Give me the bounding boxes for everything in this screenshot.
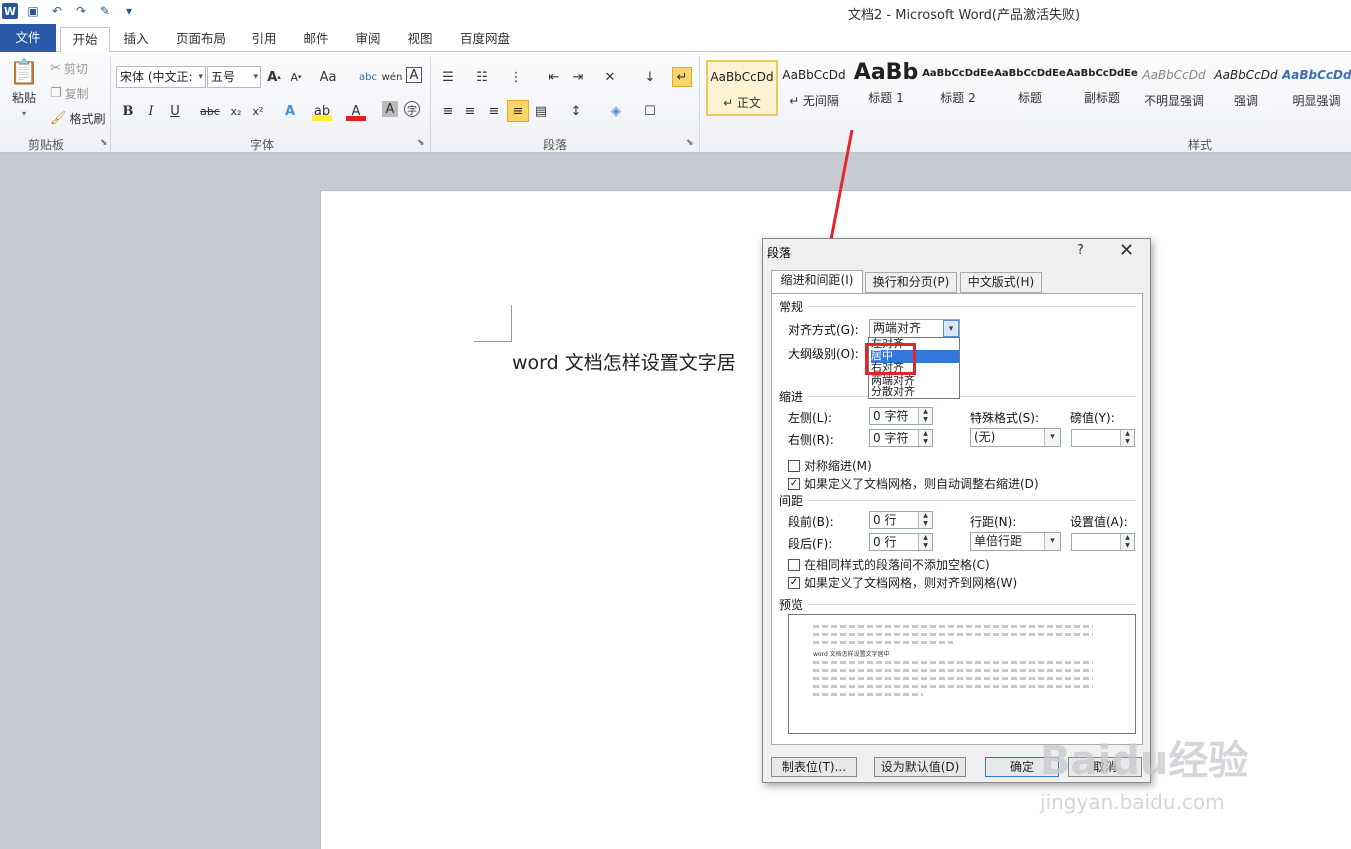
line-spacing-value: 单倍行距	[974, 534, 1023, 548]
section-general: 常规	[779, 300, 804, 314]
snap-to-grid-checkbox[interactable]: ✓ 如果定义了文档网格，则对齐到网格(W)	[788, 574, 1017, 591]
preview-sample-text: word 文档怎样设置文字居中	[813, 651, 890, 658]
special-label: 特殊格式(S):	[970, 411, 1040, 425]
line-spacing-dropdown[interactable]: 单倍行距 ▾	[970, 532, 1061, 551]
auto-adjust-label: 如果定义了文档网格，则自动调整右缩进(D)	[804, 477, 1039, 491]
preview-line	[813, 677, 1093, 680]
alignment-dropdown[interactable]: 两端对齐 ▾	[869, 319, 960, 338]
by-spinner[interactable]: ▲ ▼	[1071, 429, 1135, 447]
section-indentation: 缩进	[779, 390, 804, 404]
indent-right-label: 右侧(R):	[788, 433, 834, 447]
preview-line	[813, 685, 1093, 688]
outline-level-label: 大纲级别(O):	[788, 347, 859, 361]
no-space-same-style-checkbox[interactable]: 在相同样式的段落间不添加空格(C)	[788, 556, 990, 573]
indent-left-label: 左侧(L):	[788, 411, 833, 425]
by-label: 磅值(Y):	[1070, 411, 1115, 425]
close-icon[interactable]: ✕	[1119, 240, 1134, 261]
preview-line	[813, 661, 1093, 664]
tabs-button[interactable]: 制表位(T)...	[771, 757, 857, 777]
preview-line	[813, 693, 923, 696]
special-dropdown[interactable]: (无) ▾	[970, 428, 1061, 447]
spacing-before-value: 0 行	[873, 513, 897, 527]
checkbox-box[interactable]	[788, 459, 800, 472]
watermark-brand: Baidu经验	[1040, 738, 1249, 784]
preview-line	[813, 625, 1093, 628]
checkmark-icon[interactable]: ✓	[788, 477, 800, 490]
option-distribute[interactable]: 分散对齐	[871, 386, 959, 398]
alignment-label: 对齐方式(G):	[788, 323, 859, 337]
preview-line	[813, 669, 1093, 672]
set-default-button[interactable]: 设为默认值(D)	[874, 757, 966, 777]
indent-right-value: 0 字符	[873, 431, 909, 445]
divider	[808, 500, 1136, 501]
spinner-arrows-icon[interactable]: ▲ ▼	[918, 512, 932, 528]
special-value: (无)	[974, 430, 996, 444]
mirror-indents-checkbox[interactable]: 对称缩进(M)	[788, 457, 872, 474]
chevron-down-icon[interactable]: ▾	[1044, 533, 1060, 550]
spinner-arrows-icon[interactable]: ▲ ▼	[918, 430, 932, 446]
indent-right-spinner[interactable]: 0 字符 ▲ ▼	[869, 429, 933, 447]
chevron-down-icon[interactable]: ▾	[943, 320, 959, 337]
auto-adjust-right-indent-checkbox[interactable]: ✓ 如果定义了文档网格，则自动调整右缩进(D)	[788, 475, 1039, 492]
snap-grid-label: 如果定义了文档网格，则对齐到网格(W)	[804, 576, 1018, 590]
preview-line	[813, 633, 1093, 636]
alignment-value: 两端对齐	[873, 321, 922, 335]
indent-left-spinner[interactable]: 0 字符 ▲ ▼	[869, 407, 933, 425]
spinner-arrows-icon[interactable]: ▲ ▼	[918, 534, 932, 550]
spacing-after-spinner[interactable]: 0 行 ▲ ▼	[869, 533, 933, 551]
spinner-arrows-icon[interactable]: ▲ ▼	[918, 408, 932, 424]
at-label: 设置值(A):	[1070, 515, 1128, 529]
spinner-arrows-icon[interactable]: ▲ ▼	[1120, 534, 1134, 550]
help-icon[interactable]: ?	[1077, 243, 1084, 258]
spacing-after-label: 段后(F):	[788, 537, 833, 551]
tab-asian-typography[interactable]: 中文版式(H)	[960, 272, 1042, 293]
divider	[808, 396, 1136, 397]
checkmark-icon[interactable]: ✓	[788, 576, 800, 589]
preview-line	[813, 641, 953, 644]
preview-box: word 文档怎样设置文字居中	[788, 614, 1136, 734]
dialog-title: 段落	[767, 246, 792, 260]
section-spacing: 间距	[779, 494, 804, 508]
section-preview: 预览	[779, 598, 804, 612]
line-spacing-label: 行距(N):	[970, 515, 1017, 529]
indent-left-value: 0 字符	[873, 409, 909, 423]
tab-indents-spacing[interactable]: 缩进和间距(I)	[771, 270, 863, 294]
paragraph-dialog: 段落 ? ✕ 缩进和间距(I) 换行和分页(P) 中文版式(H) 常规 对齐方式…	[762, 238, 1151, 783]
spacing-after-value: 0 行	[873, 535, 897, 549]
tab-line-page-breaks[interactable]: 换行和分页(P)	[865, 272, 957, 293]
divider	[808, 604, 1136, 605]
mirror-indents-label: 对称缩进(M)	[804, 459, 872, 473]
spinner-arrows-icon[interactable]: ▲ ▼	[1120, 430, 1134, 446]
spacing-before-label: 段前(B):	[788, 515, 834, 529]
no-space-label: 在相同样式的段落间不添加空格(C)	[804, 558, 990, 572]
checkbox-box[interactable]	[788, 558, 800, 571]
annotation-highlight-box	[865, 343, 916, 375]
divider	[808, 306, 1136, 307]
at-spinner[interactable]: ▲ ▼	[1071, 533, 1135, 551]
watermark-url: jingyan.baidu.com	[1040, 790, 1225, 814]
chevron-down-icon[interactable]: ▾	[1044, 429, 1060, 446]
spacing-before-spinner[interactable]: 0 行 ▲ ▼	[869, 511, 933, 529]
